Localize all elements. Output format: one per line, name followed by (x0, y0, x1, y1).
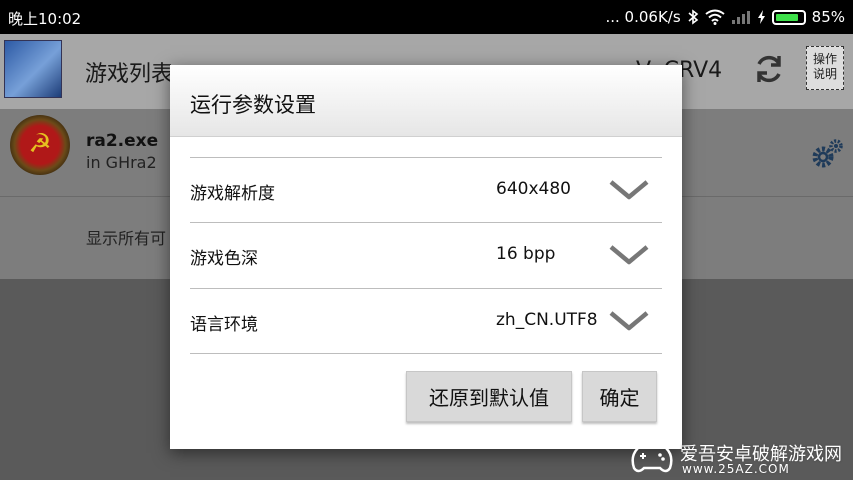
ok-button[interactable]: 确定 (582, 371, 657, 422)
show-all-toggle[interactable]: 显示所有可 (86, 225, 166, 249)
locale-label: 语言环境 (190, 315, 258, 335)
dialog-title: 运行参数设置 (190, 93, 316, 117)
battery-icon (771, 9, 806, 25)
reset-defaults-button[interactable]: 还原到默认值 (406, 371, 572, 422)
status-time: 晚上10:02 (8, 10, 82, 28)
battery-fill (775, 13, 798, 21)
page-title: 游戏列表 (85, 62, 174, 87)
locale-row[interactable]: 语言环境 zh_CN.UTF8 (170, 289, 682, 353)
color-depth-label: 游戏色深 (190, 249, 258, 269)
status-right: ... 0.06K/s 85% (605, 8, 845, 26)
help-label-line2: 说明 (812, 67, 837, 81)
help-button[interactable]: 操作 说明 (806, 46, 844, 90)
gear-icon[interactable] (810, 137, 844, 171)
color-depth-value: 16 bpp (496, 244, 556, 264)
game-emblem-icon: ☭ (10, 115, 70, 175)
watermark: 爱吾安卓破解游戏网 www.25AZ.COM (628, 436, 853, 480)
color-depth-row[interactable]: 游戏色深 16 bpp (170, 223, 682, 287)
status-bar: 晚上10:02 ... 0.06K/s 85% (0, 0, 853, 34)
divider (190, 353, 662, 354)
game-location: in GHra2 (86, 153, 157, 172)
settings-dialog: 运行参数设置 游戏解析度 640x480 游戏色深 16 bpp 语言环境 zh… (170, 65, 682, 449)
chevron-down-icon[interactable] (608, 309, 650, 333)
watermark-url: www.25AZ.COM (682, 462, 790, 476)
resolution-value: 640x480 (496, 179, 571, 199)
bluetooth-icon (688, 9, 698, 25)
dialog-header: 运行参数设置 (170, 65, 682, 137)
signal-icon (731, 11, 750, 24)
chevron-down-icon[interactable] (608, 178, 650, 202)
help-label-line1: 操作 (812, 52, 837, 66)
chevron-down-icon[interactable] (608, 243, 650, 267)
app-logo-icon[interactable] (4, 40, 62, 98)
gamepad-logo-icon (631, 441, 673, 473)
resolution-row[interactable]: 游戏解析度 640x480 (170, 158, 682, 222)
charging-icon (757, 10, 765, 24)
network-speed: ... 0.06K/s (605, 8, 681, 26)
refresh-icon[interactable] (752, 52, 786, 86)
battery-percent: 85% (811, 8, 845, 26)
wifi-icon (705, 9, 725, 25)
locale-value: zh_CN.UTF8 (496, 310, 598, 330)
resolution-label: 游戏解析度 (190, 184, 275, 204)
game-name: ra2.exe (86, 131, 159, 151)
